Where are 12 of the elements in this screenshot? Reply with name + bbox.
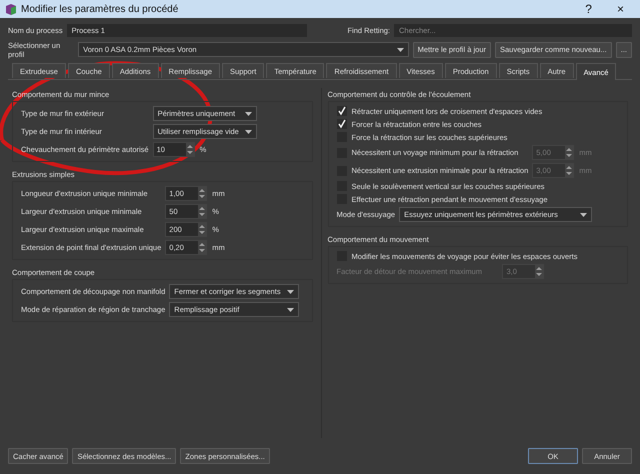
window-title: Modifier les paramètres du procédé <box>21 4 180 14</box>
app-icon <box>6 4 16 14</box>
caret-icon <box>244 130 252 134</box>
caret-icon <box>244 112 252 116</box>
caret-icon <box>396 48 404 52</box>
caret-icon <box>286 308 294 312</box>
caret-icon <box>286 290 294 294</box>
checkbox[interactable] <box>336 106 346 116</box>
caret-icon <box>580 212 587 216</box>
checkbox[interactable] <box>336 119 346 129</box>
close-button[interactable]: × <box>606 2 634 16</box>
help-button[interactable]: ? <box>575 2 602 16</box>
